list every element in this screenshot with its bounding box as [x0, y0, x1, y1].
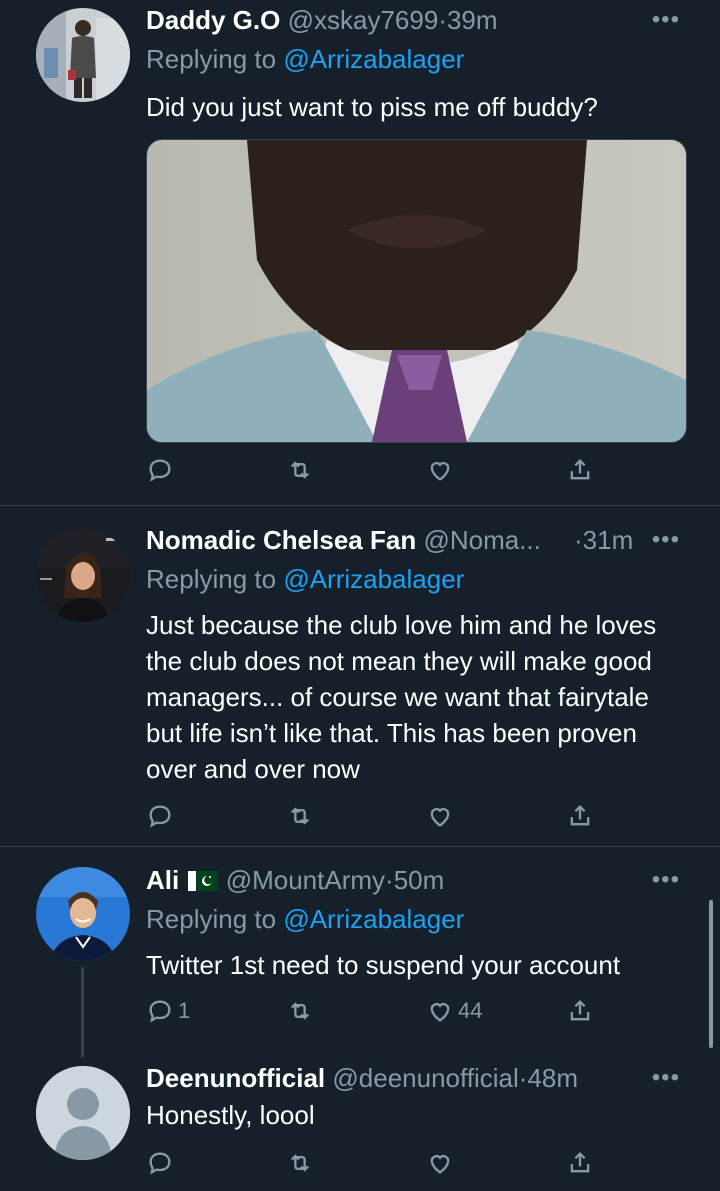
- share-icon: [570, 1000, 590, 1021]
- tweet-header: Ali @MountArmy·50m: [146, 864, 680, 896]
- retweet-button[interactable]: [286, 1149, 318, 1177]
- reply-icon: [149, 1152, 171, 1175]
- tweet-header: Daddy G.O @xskay7699·39m: [146, 4, 680, 36]
- reply-button[interactable]: [146, 456, 178, 484]
- share-button[interactable]: [566, 1149, 594, 1177]
- heart-icon: [430, 1155, 450, 1174]
- reply-icon: [149, 805, 171, 828]
- tweet-ali[interactable]: Ali @MountArmy·50m ••• Replying to @Arri…: [0, 847, 720, 1057]
- mention-link[interactable]: @Arrizabalager: [283, 44, 464, 74]
- reply-button[interactable]: 1: [146, 997, 190, 1025]
- avatar[interactable]: [36, 1066, 130, 1160]
- like-button[interactable]: [426, 456, 458, 484]
- replying-prefix: Replying to: [146, 904, 277, 934]
- more-options-button[interactable]: •••: [652, 1066, 680, 1090]
- like-count: 44: [458, 998, 483, 1023]
- share-icon: [570, 805, 590, 826]
- separator: ·: [385, 865, 394, 895]
- tweet-deenunofficial[interactable]: Deenunofficial @deenunofficial·48m ••• H…: [0, 1057, 720, 1191]
- timestamp[interactable]: 39m: [447, 5, 498, 35]
- replying-to: Replying to @Arrizabalager: [146, 903, 464, 935]
- tweet-header: Nomadic Chelsea Fan @Noma...: [146, 524, 634, 556]
- scrollbar[interactable]: [709, 900, 713, 1048]
- handle[interactable]: @Noma...: [423, 525, 540, 555]
- avatar[interactable]: [36, 8, 130, 102]
- like-button[interactable]: [426, 802, 458, 830]
- tweet-actions: [146, 802, 606, 834]
- tweet-text: Twitter 1st need to suspend your account: [146, 950, 621, 980]
- heart-icon: [430, 808, 450, 827]
- pakistan-flag-icon: [188, 871, 219, 891]
- separator: ·: [438, 5, 447, 35]
- share-button[interactable]: [566, 456, 594, 484]
- retweet-icon: [291, 807, 309, 825]
- like-button[interactable]: 44: [426, 997, 482, 1025]
- heart-icon: [430, 462, 450, 481]
- tweet-text: Honestly, loool: [146, 1100, 315, 1130]
- replying-prefix: Replying to: [146, 44, 277, 74]
- avatar[interactable]: [36, 528, 130, 622]
- tweet-text: Did you just want to piss me off buddy?: [146, 92, 598, 122]
- more-options-button[interactable]: •••: [652, 868, 680, 892]
- avatar[interactable]: [36, 867, 130, 961]
- retweet-button[interactable]: [286, 997, 318, 1025]
- display-name[interactable]: Deenunofficial: [146, 1063, 325, 1093]
- retweet-button[interactable]: [286, 456, 318, 484]
- tweet-actions: 1 44: [146, 997, 606, 1029]
- mention-link[interactable]: @Arrizabalager: [283, 564, 464, 594]
- timestamp[interactable]: 48m: [527, 1063, 578, 1093]
- mention-link[interactable]: @Arrizabalager: [283, 904, 464, 934]
- reply-button[interactable]: [146, 802, 178, 830]
- replying-to: Replying to @Arrizabalager: [146, 563, 464, 595]
- default-avatar-icon: [36, 1066, 130, 1160]
- retweet-button[interactable]: [286, 802, 318, 830]
- share-button[interactable]: [566, 997, 594, 1025]
- retweet-icon: [291, 1002, 309, 1020]
- tweet-nomadic-chelsea-fan[interactable]: Nomadic Chelsea Fan @Noma... ·31m ••• Re…: [0, 506, 720, 846]
- display-name[interactable]: Ali: [146, 865, 179, 895]
- more-options-button[interactable]: •••: [652, 528, 680, 552]
- share-icon: [570, 459, 590, 480]
- tweet-media-image[interactable]: [146, 139, 687, 443]
- reply-icon: [149, 459, 171, 482]
- handle[interactable]: @MountArmy: [226, 865, 385, 895]
- retweet-icon: [291, 1154, 309, 1172]
- share-icon: [570, 1152, 590, 1173]
- heart-icon: [430, 1003, 450, 1022]
- reply-button[interactable]: [146, 1149, 178, 1177]
- retweet-icon: [291, 461, 309, 479]
- thread-connector: [81, 967, 84, 1057]
- reply-count: 1: [178, 998, 191, 1023]
- tweet-actions: [146, 456, 606, 488]
- handle[interactable]: @deenunofficial: [332, 1063, 518, 1093]
- tweet-actions: [146, 1149, 606, 1181]
- reply-icon: [149, 1000, 171, 1023]
- replying-to: Replying to @Arrizabalager: [146, 43, 464, 75]
- more-options-button[interactable]: •••: [652, 8, 680, 32]
- tweet-text: Just because the club love him and he lo…: [146, 610, 657, 784]
- timestamp[interactable]: 31m: [583, 525, 634, 555]
- like-button[interactable]: [426, 1149, 458, 1177]
- tweet-time: ·31m: [574, 524, 633, 556]
- replying-prefix: Replying to: [146, 564, 277, 594]
- display-name[interactable]: Daddy G.O: [146, 5, 280, 35]
- display-name[interactable]: Nomadic Chelsea Fan: [146, 525, 416, 555]
- separator: ·: [574, 525, 583, 555]
- handle[interactable]: @xskay7699: [288, 5, 439, 35]
- tweet-header: Deenunofficial @deenunofficial·48m: [146, 1062, 680, 1094]
- timestamp[interactable]: 50m: [394, 865, 445, 895]
- tweet-daddy-go[interactable]: Daddy G.O @xskay7699·39m ••• Replying to…: [0, 0, 720, 505]
- share-button[interactable]: [566, 802, 594, 830]
